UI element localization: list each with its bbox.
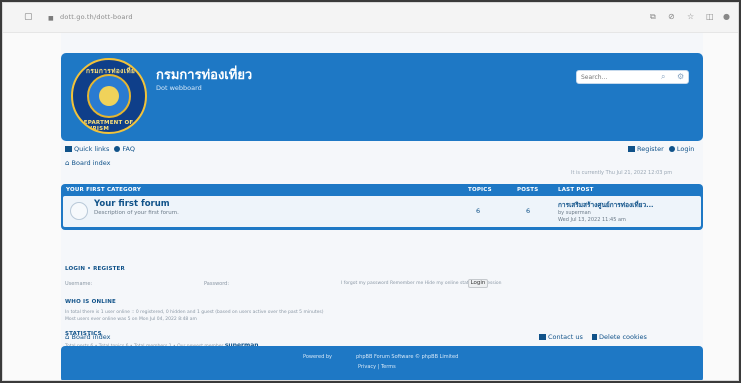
forum-topics-count: 6 xyxy=(476,207,481,215)
logo-center xyxy=(99,86,119,106)
trash-icon xyxy=(592,334,598,340)
quick-links-nav: Quick links FAQ xyxy=(65,145,135,153)
forum-category-table: YOUR FIRST CATEGORY TOPICS POSTS LAST PO… xyxy=(61,184,703,230)
translate-icon[interactable]: ⧉ xyxy=(650,12,656,22)
logo-emblem xyxy=(87,74,131,118)
menu-icon xyxy=(65,146,72,152)
category-header[interactable]: YOUR FIRST CATEGORY xyxy=(66,187,141,193)
user-nav: Register Login xyxy=(628,145,694,153)
address-bar: ▢ ■ dott.go.th/dott-board ⧉ ⊘ ☆ ◫ ● xyxy=(3,3,738,33)
department-logo[interactable]: กรมการท่องเที่ยว DEPARTMENT OF TOURISM xyxy=(71,58,147,134)
profile-icon[interactable]: ● xyxy=(723,12,730,21)
search-input[interactable] xyxy=(581,73,651,82)
faq-icon xyxy=(114,146,121,152)
posts-header: POSTS xyxy=(517,187,539,193)
star-icon[interactable]: ☆ xyxy=(687,12,694,21)
breadcrumb: ⌂ Board index xyxy=(65,159,110,167)
last-post-header: LAST POST xyxy=(558,187,594,193)
envelope-icon xyxy=(539,334,546,340)
register-link[interactable]: Register xyxy=(637,145,664,153)
most-users-text: Most users ever online was 5 on Mon Jul … xyxy=(65,317,197,322)
sidebar-icon[interactable]: ◫ xyxy=(706,12,714,21)
home-icon: ⌂ xyxy=(65,159,70,167)
last-post-author[interactable]: by superman xyxy=(558,210,591,216)
login-link[interactable]: Login xyxy=(677,145,695,153)
register-icon xyxy=(628,146,635,152)
contact-us-link[interactable]: Contact us xyxy=(548,333,583,341)
password-label: Password: xyxy=(204,281,230,287)
logo-bottom-text: DEPARTMENT OF TOURISM xyxy=(79,120,134,132)
whos-online-heading[interactable]: WHO IS ONLINE xyxy=(65,299,116,305)
username-label: Username: xyxy=(65,281,93,287)
page-icon[interactable]: ▢ xyxy=(24,12,33,22)
last-post-link[interactable]: การเสริมสร้างศูนย์การท่องเที่ยว... xyxy=(558,200,654,210)
phpbb-link[interactable]: phpBB Forum Software © phpBB Limited xyxy=(356,354,458,360)
login-button[interactable]: Login xyxy=(468,279,488,288)
footer-home-icon: ⌂ xyxy=(65,333,70,341)
powered-by-text: Powered by xyxy=(303,354,332,360)
search-icon[interactable]: ⌕ xyxy=(661,72,665,82)
search-box: ⌕ ⚙ xyxy=(576,70,689,84)
forum-title-link[interactable]: Your first forum xyxy=(94,199,170,209)
privacy-terms-link[interactable]: Privacy | Terms xyxy=(358,364,396,370)
site-title[interactable]: กรมการท่องเที่ยว xyxy=(156,64,252,85)
zoom-icon[interactable]: ⊘ xyxy=(668,12,675,21)
topics-header: TOPICS xyxy=(468,187,492,193)
online-users-text: In total there is 1 user online :: 0 reg… xyxy=(65,310,324,315)
forum-posts-count: 6 xyxy=(526,207,531,215)
advanced-search-icon[interactable]: ⚙ xyxy=(677,72,684,81)
footer-board-index-link[interactable]: Board index xyxy=(72,333,111,341)
forum-read-icon xyxy=(70,202,88,220)
footer-breadcrumb: ⌂ Board index xyxy=(65,333,110,341)
board-index-link[interactable]: Board index xyxy=(72,159,111,167)
login-register-heading[interactable]: LOGIN • REGISTER xyxy=(65,266,125,272)
footer-copyright-bar: Powered by phpBB Forum Software © phpBB … xyxy=(61,346,703,380)
quick-links-link[interactable]: Quick links xyxy=(74,145,109,153)
site-description: Dot webboard xyxy=(156,84,202,92)
last-post-date: Wed Jul 13, 2022 11:45 am xyxy=(558,217,626,223)
footer-links: Contact us Delete cookies xyxy=(539,333,647,341)
logo-top-text: กรมการท่องเที่ยว xyxy=(86,67,140,75)
login-icon xyxy=(668,146,675,152)
lock-icon[interactable]: ■ xyxy=(48,14,54,24)
delete-cookies-link[interactable]: Delete cookies xyxy=(599,333,647,341)
forum-row: Your first forum Description of your fir… xyxy=(63,196,701,227)
url-text[interactable]: dott.go.th/dott-board xyxy=(60,13,133,21)
faq-link[interactable]: FAQ xyxy=(122,145,135,153)
browser-window: ▢ ■ dott.go.th/dott-board ⧉ ⊘ ☆ ◫ ● กรมก… xyxy=(2,2,739,381)
site-header: กรมการท่องเที่ยว DEPARTMENT OF TOURISM ก… xyxy=(61,53,703,141)
page-footer: ⌂ Board index Contact us Delete cookies … xyxy=(61,329,703,380)
current-time: It is currently Thu Jul 21, 2022 12:03 p… xyxy=(571,170,673,176)
forum-description: Description of your first forum. xyxy=(94,210,179,216)
